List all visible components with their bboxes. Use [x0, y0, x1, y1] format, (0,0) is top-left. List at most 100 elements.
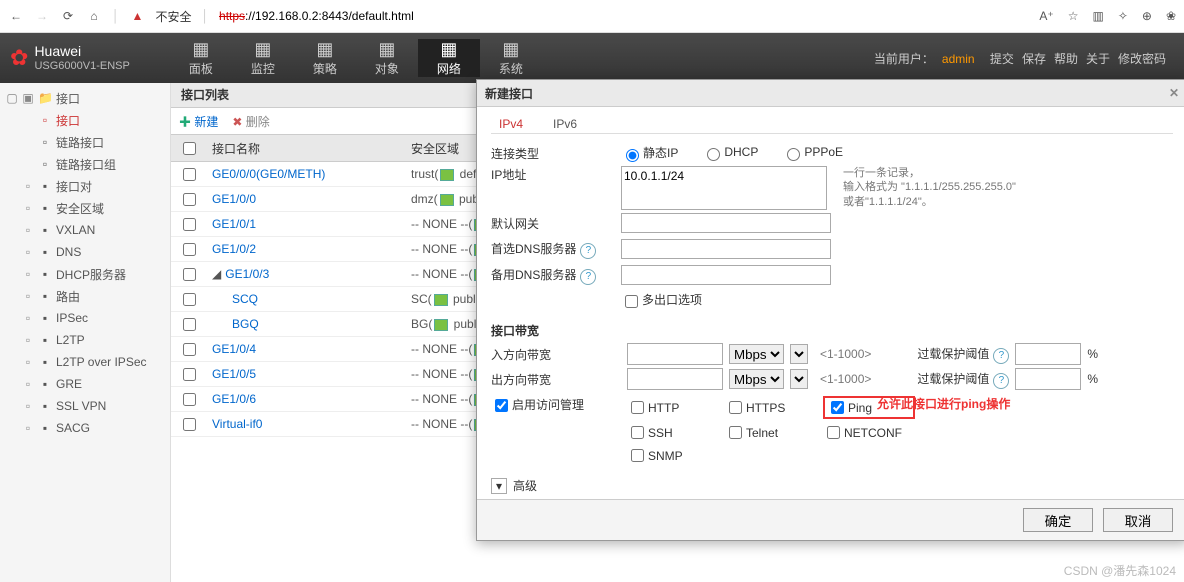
- row-checkbox[interactable]: [183, 318, 196, 331]
- brand-name: Huawei: [34, 44, 129, 59]
- nav-对象[interactable]: ▦对象: [356, 39, 418, 77]
- advanced-toggle[interactable]: ▾高级: [491, 477, 1173, 494]
- dns1-input[interactable]: [621, 239, 831, 259]
- access-mgmt-checkbox[interactable]: [495, 399, 508, 412]
- tree-node[interactable]: ▫▪安全区域: [0, 197, 170, 219]
- forward-icon[interactable]: →: [34, 8, 50, 24]
- access-http[interactable]: HTTP: [627, 396, 707, 419]
- tree-node[interactable]: ▫链路接口: [0, 131, 170, 153]
- tree-node[interactable]: ▫▪路由: [0, 285, 170, 307]
- profile-icon[interactable]: ❀: [1166, 9, 1176, 23]
- nav-策略[interactable]: ▦策略: [294, 39, 356, 77]
- out-overload-input[interactable]: [1015, 368, 1081, 390]
- browser-toolbar: ← → ⟳ ⌂ │ ▲ 不安全 │ https://192.168.0.2:84…: [0, 0, 1184, 33]
- multi-exit-checkbox[interactable]: 多出口选项: [621, 291, 702, 310]
- tree-node[interactable]: ▫▪SSL VPN: [0, 395, 170, 417]
- tree-node[interactable]: ▫▪DNS: [0, 241, 170, 263]
- annotation-ping: 允许此接口进行ping操作: [877, 395, 1010, 412]
- header-action[interactable]: 关于: [1086, 52, 1110, 66]
- tree-node-interface-root[interactable]: ▢▣📁接口: [0, 87, 170, 109]
- in-overload-input[interactable]: [1015, 343, 1081, 365]
- nav-面板[interactable]: ▦面板: [170, 39, 232, 77]
- in-bw-range-select[interactable]: [790, 344, 808, 364]
- help-icon[interactable]: ?: [993, 348, 1009, 364]
- access-snmp[interactable]: SNMP: [627, 446, 707, 465]
- tree-node[interactable]: ▫链路接口组: [0, 153, 170, 175]
- help-icon[interactable]: ?: [993, 373, 1009, 389]
- current-user[interactable]: admin: [942, 52, 975, 66]
- access-netconf[interactable]: NETCONF: [823, 423, 903, 442]
- help-icon[interactable]: ?: [580, 269, 596, 285]
- col-name[interactable]: 接口名称: [204, 135, 403, 162]
- row-name: GE1/0/2: [204, 237, 403, 262]
- tree-node[interactable]: ▫▪IPSec: [0, 307, 170, 329]
- tree-node[interactable]: ▫▪SACG: [0, 417, 170, 439]
- access-telnet[interactable]: Telnet: [725, 423, 805, 442]
- row-checkbox[interactable]: [183, 193, 196, 206]
- select-all-checkbox[interactable]: [183, 142, 196, 155]
- tree-node[interactable]: ▫▪VXLAN: [0, 219, 170, 241]
- access-https[interactable]: HTTPS: [725, 396, 805, 419]
- new-button[interactable]: ✚ 新建: [179, 113, 218, 130]
- radio-dhcp[interactable]: DHCP: [702, 145, 758, 161]
- header-action[interactable]: 修改密码: [1118, 52, 1166, 66]
- header-action[interactable]: 提交: [990, 52, 1014, 66]
- url-text[interactable]: https://192.168.0.2:8443/default.html: [219, 9, 414, 23]
- radio-pppoe[interactable]: PPPoE: [782, 145, 843, 161]
- side-tree: ▢▣📁接口 ▫接口▫链路接口▫链路接口组 ▫▪接口对▫▪安全区域▫▪VXLAN▫…: [0, 83, 171, 582]
- in-bw-unit[interactable]: Mbps: [729, 344, 784, 364]
- home-icon[interactable]: ⌂: [86, 8, 102, 24]
- dns2-input[interactable]: [621, 265, 831, 285]
- back-icon[interactable]: ←: [8, 8, 24, 24]
- row-name: SCQ: [204, 287, 403, 312]
- dns2-label: 备用DNS服务器?: [491, 266, 621, 285]
- row-checkbox[interactable]: [183, 393, 196, 406]
- ok-button[interactable]: 确定: [1023, 508, 1093, 532]
- gw-input[interactable]: [621, 213, 831, 233]
- chevron-down-icon: ▾: [491, 478, 507, 494]
- nav-监控[interactable]: ▦监控: [232, 39, 294, 77]
- out-bw-input[interactable]: [627, 368, 723, 390]
- nav-系统[interactable]: ▦系统: [480, 39, 542, 77]
- in-bw-input[interactable]: [627, 343, 723, 365]
- tree-node[interactable]: ▫▪DHCP服务器: [0, 263, 170, 285]
- refresh-icon[interactable]: ⟳: [60, 8, 76, 24]
- cancel-button[interactable]: 取消: [1103, 508, 1173, 532]
- tree-node[interactable]: ▫▪GRE: [0, 373, 170, 395]
- access-ssh[interactable]: SSH: [627, 423, 707, 442]
- nav-网络[interactable]: ▦网络: [418, 39, 480, 77]
- collections-icon[interactable]: ⊕: [1142, 9, 1152, 23]
- row-checkbox[interactable]: [183, 418, 196, 431]
- tree-node[interactable]: ▫接口: [0, 109, 170, 131]
- row-name: GE1/0/5: [204, 362, 403, 387]
- split-icon[interactable]: ▥: [1092, 9, 1103, 23]
- row-checkbox[interactable]: [183, 268, 196, 281]
- ip-input[interactable]: 10.0.1.1/24: [621, 166, 827, 210]
- star-icon[interactable]: ☆: [1068, 9, 1079, 23]
- tab-ipv6[interactable]: IPv6: [545, 115, 585, 133]
- read-aloud-icon[interactable]: A⁺: [1039, 9, 1053, 23]
- header-action[interactable]: 帮助: [1054, 52, 1078, 66]
- row-checkbox[interactable]: [183, 293, 196, 306]
- favorites-icon[interactable]: ✧: [1118, 9, 1128, 23]
- out-bw-unit[interactable]: Mbps: [729, 369, 784, 389]
- header-action[interactable]: 保存: [1022, 52, 1046, 66]
- tree-node[interactable]: ▫▪L2TP: [0, 329, 170, 351]
- close-icon[interactable]: ✕: [1169, 86, 1179, 100]
- out-bw-range-select[interactable]: [790, 369, 808, 389]
- main-nav: ▦面板▦监控▦策略▦对象▦网络▦系统: [170, 39, 542, 77]
- tree-node[interactable]: ▫▪接口对: [0, 175, 170, 197]
- tab-ipv4[interactable]: IPv4: [491, 115, 531, 133]
- row-checkbox[interactable]: [183, 343, 196, 356]
- row-name: GE1/0/1: [204, 212, 403, 237]
- row-checkbox[interactable]: [183, 243, 196, 256]
- row-name: ◢GE1/0/3: [204, 262, 403, 287]
- row-checkbox[interactable]: [183, 218, 196, 231]
- radio-static[interactable]: 静态IP: [621, 144, 678, 162]
- row-checkbox[interactable]: [183, 368, 196, 381]
- dns1-label: 首选DNS服务器?: [491, 240, 621, 259]
- row-checkbox[interactable]: [183, 168, 196, 181]
- delete-button[interactable]: ✖ 删除: [232, 113, 269, 130]
- help-icon[interactable]: ?: [580, 243, 596, 259]
- tree-node[interactable]: ▫▪L2TP over IPSec: [0, 351, 170, 373]
